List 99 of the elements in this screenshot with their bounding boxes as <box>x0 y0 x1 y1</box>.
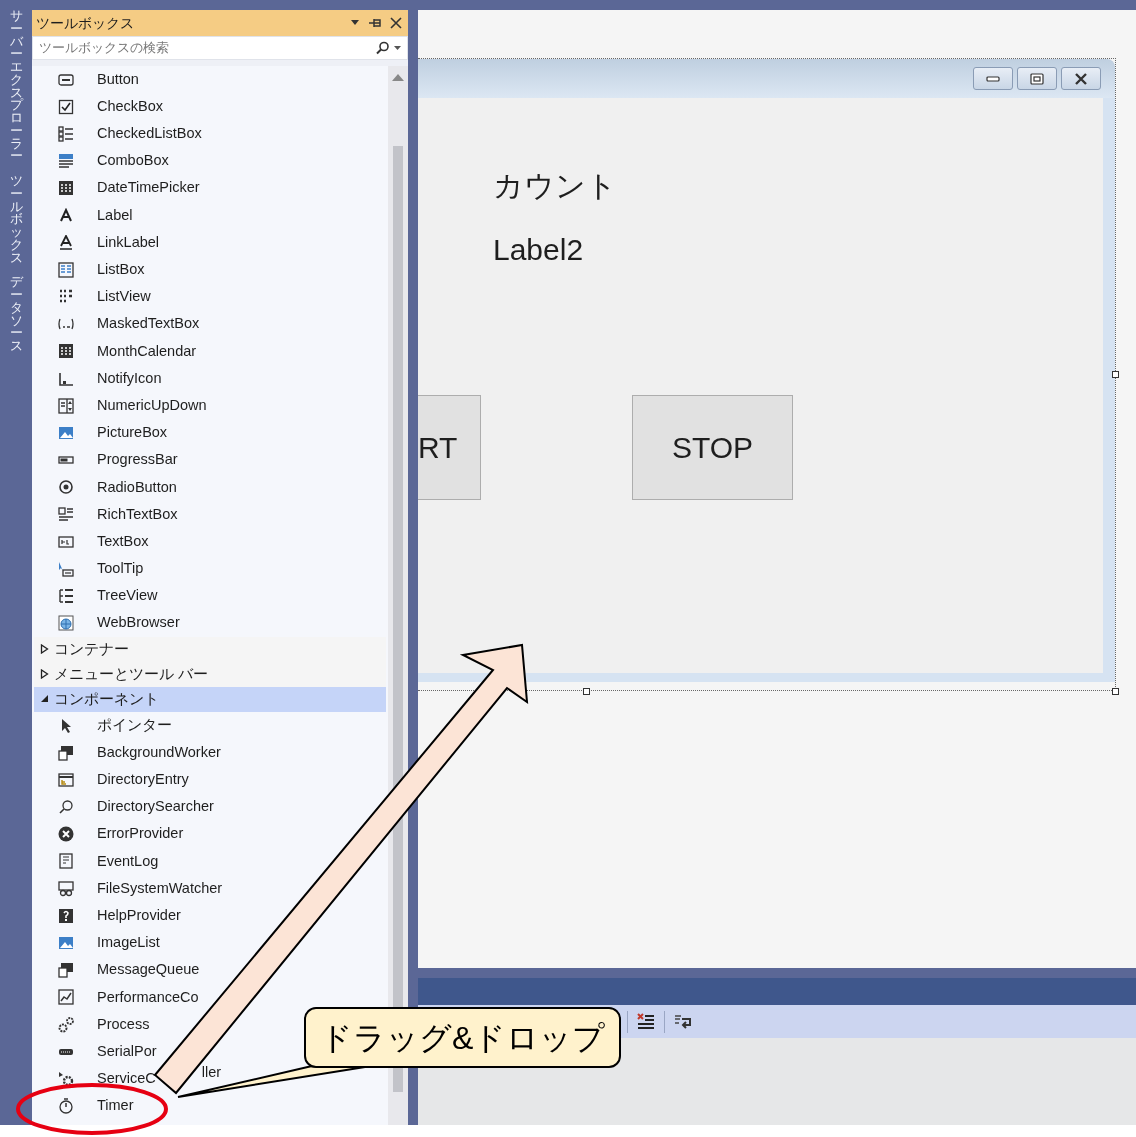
combo-box-icon <box>58 153 74 170</box>
minimize-button[interactable] <box>973 67 1013 90</box>
tree-view-icon <box>58 588 74 605</box>
minimize-icon <box>986 75 1000 82</box>
spinner-icon <box>58 397 74 414</box>
toolbox-item[interactable]: LinkLabel <box>97 231 160 254</box>
gear-icon <box>58 1070 74 1087</box>
help-icon <box>58 907 74 924</box>
toolbox-item[interactable]: MaskedTextBox <box>97 313 200 336</box>
expanded-icon[interactable] <box>40 694 49 705</box>
stacked-window-icon <box>58 744 74 761</box>
toolbox-item[interactable]: Label <box>97 204 133 227</box>
toolbox-item[interactable]: TreeView <box>97 585 158 608</box>
form-label: カウント <box>493 171 617 201</box>
toolbox-item[interactable]: EventLog <box>97 850 159 873</box>
toolbox-item[interactable]: ServiceC <box>97 1068 156 1090</box>
tooltip-icon <box>58 560 74 577</box>
side-tab[interactable]: ツールボックス <box>10 175 23 265</box>
globe-icon <box>58 615 74 632</box>
category-header[interactable]: メニューとツール バー <box>34 661 386 687</box>
toolbox-item[interactable]: Process <box>97 1013 150 1036</box>
toolbox-item[interactable]: DirectoryEntry <box>97 769 189 791</box>
side-tab[interactable]: データソース <box>10 276 23 353</box>
toolbox-item[interactable]: ProgressBar <box>97 449 178 472</box>
caret-icon[interactable] <box>394 45 401 51</box>
dropdown-icon[interactable] <box>350 19 360 27</box>
calendar-icon <box>58 180 74 197</box>
checkbox-icon <box>58 98 74 115</box>
toolbox-item[interactable]: BackgroundWorker <box>97 741 221 764</box>
close-icon <box>1074 72 1088 85</box>
underline-icon <box>58 234 74 251</box>
scroll-up-icon[interactable] <box>392 74 404 81</box>
rich-text-icon <box>58 506 74 523</box>
error-icon <box>58 826 74 843</box>
document-icon <box>58 853 74 870</box>
form-label: Label2 <box>493 235 584 265</box>
close-icon[interactable] <box>390 17 402 29</box>
toolbox-item[interactable]: ポインター <box>97 714 172 737</box>
word-wrap-icon[interactable] <box>674 1013 692 1030</box>
search-icon[interactable] <box>376 41 390 55</box>
toolbox-item[interactable]: MonthCalendar <box>97 340 197 363</box>
list-remove-icon[interactable] <box>637 1012 655 1031</box>
image-icon <box>58 935 74 952</box>
toolbox-item[interactable]: CheckBox <box>97 95 164 118</box>
gears-icon <box>58 1016 74 1033</box>
toolbox-item[interactable]: CheckedListBox <box>97 123 202 145</box>
chart-icon <box>58 989 74 1006</box>
toolbox-item[interactable]: HelpProvider <box>97 904 181 927</box>
radio-button-icon <box>58 479 74 496</box>
toolbox-item-fragment: ller <box>201 1063 222 1083</box>
toolbox-item[interactable]: RadioButton <box>97 476 177 499</box>
search-box[interactable]: ツールボックスの検索 <box>32 36 408 60</box>
button-icon <box>58 71 74 88</box>
resize-handle[interactable] <box>1112 688 1119 695</box>
collapsed-icon[interactable] <box>40 669 49 680</box>
category-header[interactable]: コンテナー <box>34 636 386 662</box>
toolbox-item[interactable]: ToolTip <box>97 558 144 580</box>
stacked-window-icon <box>58 962 74 979</box>
toolbox-item[interactable]: PerformanceCo <box>97 986 199 1009</box>
category-header[interactable]: コンポーネント <box>34 686 386 712</box>
toolbox-item[interactable]: WebBrowser <box>97 612 180 635</box>
resize-handle[interactable] <box>1112 371 1119 378</box>
image-icon <box>58 425 74 442</box>
toolbox-item[interactable]: FileSystemWatcher <box>97 877 223 900</box>
collapsed-icon[interactable] <box>40 644 49 655</box>
close-button[interactable] <box>1061 67 1101 90</box>
text-box-icon <box>58 533 74 550</box>
toolbox-item[interactable]: RichTextBox <box>97 503 178 526</box>
stopwatch-icon <box>58 1098 74 1115</box>
toolbox-item[interactable]: MessageQueue <box>97 959 200 982</box>
toolbox-item[interactable]: ComboBox <box>97 150 169 173</box>
search-icon <box>58 799 74 816</box>
toolbox-item[interactable]: ErrorProvider <box>97 823 184 846</box>
toolbox-item[interactable]: DateTimePicker <box>97 177 200 200</box>
pin-icon[interactable] <box>368 17 382 29</box>
toolbox-item[interactable]: TextBox <box>97 530 149 553</box>
list-box-icon <box>58 261 74 278</box>
window-icon <box>58 771 74 788</box>
side-tab[interactable]: サーバーエクスプローラー <box>10 10 23 163</box>
search-field[interactable]: ツールボックスの検索 <box>37 37 357 59</box>
toolbox-item[interactable]: ListView <box>97 286 151 308</box>
calendar-icon <box>58 343 74 360</box>
maximize-icon <box>1030 72 1044 85</box>
toolbox-item[interactable]: ImageList <box>97 932 160 954</box>
toolbox-item[interactable]: ListBox <box>97 259 145 281</box>
form-button[interactable]: STOP <box>632 395 793 500</box>
maximize-button[interactable] <box>1017 67 1057 90</box>
form-button[interactable]: RT <box>418 395 481 500</box>
toolbox-item[interactable]: Button <box>97 68 139 91</box>
toolbox-item[interactable]: PictureBox <box>97 422 168 444</box>
toolbox-item[interactable]: NumericUpDown <box>97 394 207 417</box>
toolbox-item[interactable]: Timer <box>97 1095 134 1118</box>
resize-handle[interactable] <box>583 688 590 695</box>
toolbox-item[interactable]: SerialPor <box>97 1040 157 1063</box>
toolbox-item[interactable]: NotifyIcon <box>97 367 162 390</box>
checklist-icon <box>58 125 74 142</box>
tray-icon <box>58 370 74 387</box>
panel-title: ツールボックス <box>36 13 134 33</box>
toolbox-item[interactable]: DirectorySearcher <box>97 796 214 818</box>
